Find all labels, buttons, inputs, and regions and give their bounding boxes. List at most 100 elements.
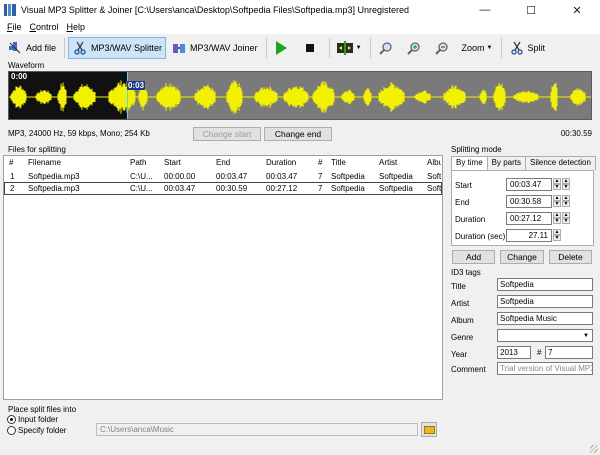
track-label: #	[537, 348, 542, 357]
marker-button[interactable]: ▼	[333, 37, 366, 59]
scissors-icon	[72, 40, 88, 56]
end-field[interactable]: 00:30.58	[506, 195, 552, 208]
zoom-out-button[interactable]	[430, 37, 457, 59]
toolbar-separator	[328, 38, 330, 58]
browse-folder-button[interactable]	[421, 422, 437, 437]
track-field[interactable]: 7	[545, 346, 593, 359]
waveform-graph	[9, 79, 591, 115]
splitting-mode-tabs: By time By parts Silence detection	[451, 156, 596, 170]
artist-label: Artist	[451, 299, 470, 308]
title-field[interactable]: Softpedia	[497, 278, 593, 291]
start-label: Start	[455, 181, 472, 190]
column-header[interactable]: Title	[331, 158, 379, 167]
column-header[interactable]: End	[216, 158, 266, 167]
start-stepper[interactable]: ▲ ▼	[553, 178, 561, 191]
radio-checked-icon	[7, 415, 16, 424]
radio-unchecked-icon	[7, 426, 16, 435]
id3-tags-label: ID3 tags	[451, 268, 481, 277]
column-header[interactable]: #	[318, 158, 331, 167]
output-folder-field[interactable]: C:\Users\anca\Music	[96, 423, 418, 436]
close-button[interactable]: ✕	[554, 0, 600, 20]
year-field[interactable]: 2013	[497, 346, 531, 359]
zoom-in-button[interactable]	[402, 37, 429, 59]
zoom-dropdown-button[interactable]: Zoom ▼	[458, 37, 497, 59]
split-button[interactable]: Split	[505, 37, 550, 59]
stop-button[interactable]	[298, 37, 325, 59]
duration-label: Duration	[455, 215, 486, 224]
splitter-mode-button[interactable]: MP3/WAV Splitter	[68, 37, 167, 59]
table-header: # Filename Path Start End Duration # Tit…	[4, 156, 441, 169]
end-label: End	[455, 198, 470, 207]
duration-sec-field[interactable]: 27.11	[506, 229, 552, 242]
resize-grip[interactable]	[590, 445, 598, 453]
minimize-button[interactable]: —	[462, 0, 508, 20]
split-scissors-icon	[509, 40, 525, 56]
folder-icon	[423, 425, 435, 434]
end-stepper-ms[interactable]: ▲ ▼	[562, 195, 570, 208]
waveform-view[interactable]: 0:00 0:03	[8, 71, 592, 120]
files-for-splitting-label: Files for splitting	[8, 145, 66, 154]
file-info: MP3, 24000 Hz, 59 kbps, Mono; 254 Kb	[8, 129, 150, 138]
delete-button[interactable]: Delete	[549, 250, 592, 264]
column-header[interactable]: #	[4, 158, 28, 167]
window-title: Visual MP3 Splitter & Joiner [C:\Users\a…	[21, 5, 410, 15]
start-field[interactable]: 00:03.47	[506, 178, 552, 191]
genre-label: Genre	[451, 333, 474, 342]
table-row-selected[interactable]: 2 Softpedia.mp3 C:\U... 00:03.47 00:30.5…	[4, 182, 442, 195]
duration-sec-label: Duration (sec)	[455, 232, 506, 241]
end-stepper[interactable]: ▲ ▼	[553, 195, 561, 208]
duration-field[interactable]: 00:27.12	[506, 212, 552, 225]
zoom-in-icon	[406, 40, 422, 56]
split-marker-line[interactable]	[127, 72, 128, 119]
column-header[interactable]: Filename	[28, 158, 130, 167]
album-field[interactable]: Softpedia Music	[497, 312, 593, 325]
play-icon	[274, 40, 290, 56]
zoom-fit-button[interactable]	[374, 37, 401, 59]
splitting-mode-label: Splitting mode	[451, 145, 502, 154]
add-file-button[interactable]: Add file	[3, 37, 60, 59]
genre-select[interactable]: ▼	[497, 329, 593, 342]
duration-stepper[interactable]: ▲ ▼	[553, 212, 561, 225]
waveform-label: Waveform	[8, 61, 45, 70]
toolbar-separator	[500, 38, 502, 58]
tab-silence-detection[interactable]: Silence detection	[525, 156, 596, 170]
column-header[interactable]: Albu	[427, 158, 441, 167]
specify-folder-radio[interactable]: Specify folder	[7, 426, 66, 435]
split-marker-time: 0:03	[127, 81, 146, 90]
menu-file[interactable]: File	[3, 22, 26, 32]
joiner-mode-button[interactable]: MP3/WAV Joiner	[167, 37, 262, 59]
duration-stepper-ms[interactable]: ▲ ▼	[562, 212, 570, 225]
add-button[interactable]: Add	[452, 250, 495, 264]
column-header[interactable]: Duration	[266, 158, 318, 167]
toolbar: Add file MP3/WAV Splitter MP3/WAV Joiner…	[0, 35, 600, 61]
title-bar: Visual MP3 Splitter & Joiner [C:\Users\a…	[0, 0, 600, 20]
place-split-files-label: Place split files into	[8, 405, 77, 414]
tab-by-parts[interactable]: By parts	[486, 156, 527, 170]
zoom-out-icon	[434, 40, 450, 56]
tab-by-time[interactable]: By time	[451, 156, 488, 170]
column-header[interactable]: Artist	[379, 158, 427, 167]
column-header[interactable]: Path	[130, 158, 164, 167]
album-label: Album	[451, 316, 474, 325]
joiner-icon	[171, 40, 187, 56]
total-duration: 00:30.59	[560, 129, 592, 138]
start-stepper-ms[interactable]: ▲ ▼	[562, 178, 570, 191]
toolbar-separator	[265, 38, 267, 58]
comment-field[interactable]: Trial version of Visual MP3 Sp	[497, 362, 593, 375]
change-end-button[interactable]: Change end	[264, 127, 332, 141]
menu-help[interactable]: Help	[63, 22, 90, 32]
maximize-button[interactable]: ☐	[508, 0, 554, 20]
duration-sec-stepper[interactable]: ▲ ▼	[553, 229, 561, 242]
play-button[interactable]	[270, 37, 297, 59]
files-table[interactable]: # Filename Path Start End Duration # Tit…	[3, 155, 443, 400]
change-button[interactable]: Change	[500, 250, 544, 264]
input-folder-radio[interactable]: Input folder	[7, 415, 58, 424]
change-start-button[interactable]: Change start	[193, 127, 261, 141]
toolbar-separator	[64, 38, 66, 58]
marker-icon	[336, 40, 353, 56]
magnifier-icon	[378, 40, 394, 56]
column-header[interactable]: Start	[164, 158, 216, 167]
chevron-down-icon: ▼	[583, 332, 589, 339]
menu-control[interactable]: Control	[26, 22, 63, 32]
artist-field[interactable]: Softpedia	[497, 295, 593, 308]
